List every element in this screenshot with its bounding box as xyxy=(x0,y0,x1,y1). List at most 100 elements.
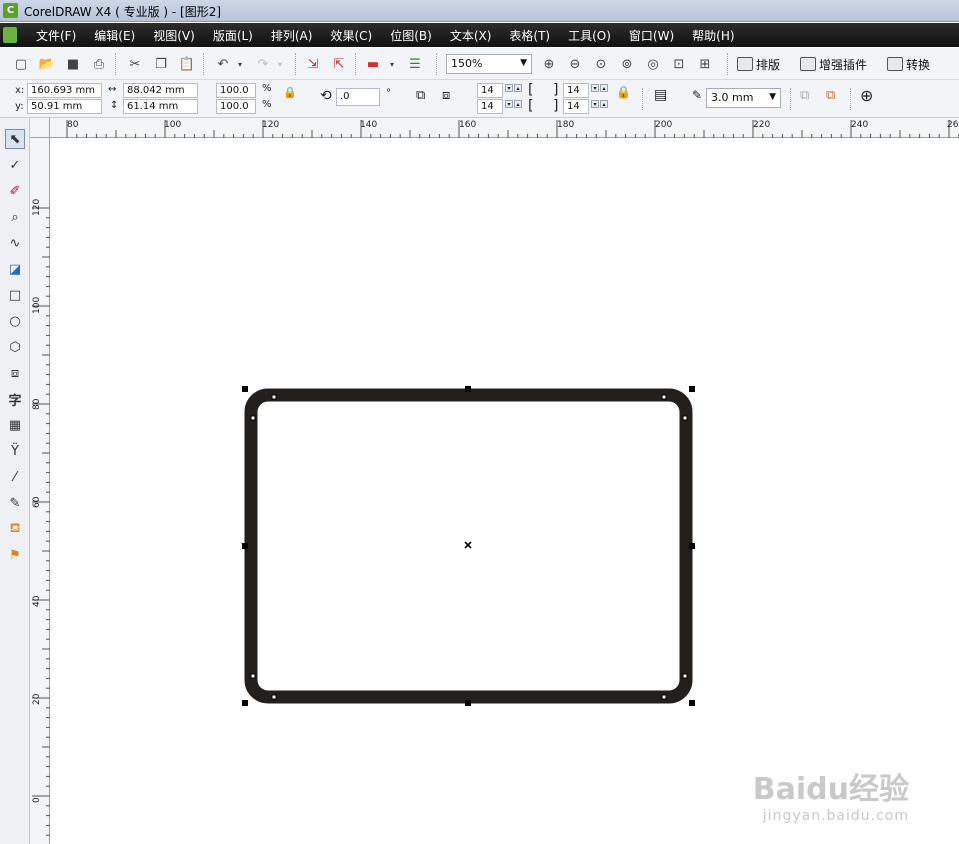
basic-shapes-tool-icon[interactable]: ⧈ xyxy=(5,363,25,383)
handle-top-right[interactable] xyxy=(689,386,695,392)
document-icon[interactable] xyxy=(3,27,17,43)
scale-x-field[interactable]: 100.0 xyxy=(216,83,256,98)
menu-arrange[interactable]: 排列(A) xyxy=(271,27,313,44)
handle-top-left[interactable] xyxy=(242,386,248,392)
zoom-selected-icon[interactable]: ⊙ xyxy=(590,53,612,75)
layout-button[interactable]: 排版 xyxy=(737,53,780,75)
corner-bottom-right-field[interactable]: 14 xyxy=(563,99,589,114)
corner-node[interactable] xyxy=(250,673,256,679)
corner-node[interactable] xyxy=(271,394,277,400)
corner-node[interactable] xyxy=(682,415,688,421)
redo-icon[interactable]: ↷ xyxy=(252,53,274,75)
table-tool-icon[interactable]: ▦ xyxy=(5,415,25,435)
menu-tools[interactable]: 工具(O) xyxy=(568,27,611,44)
mirror-vertical-icon[interactable]: ⧈ xyxy=(442,88,450,103)
interactive-fill-tool-icon[interactable]: ⚑ xyxy=(5,545,25,565)
zoom-page-height-icon[interactable]: ⊞ xyxy=(694,53,716,75)
undo-icon[interactable]: ↶ xyxy=(212,53,234,75)
handle-bottom-left[interactable] xyxy=(242,700,248,706)
handle-bottom-middle[interactable] xyxy=(465,700,471,706)
convert-to-curves-icon[interactable]: ⊕ xyxy=(860,86,873,105)
plugins-button[interactable]: 增强插件 xyxy=(800,53,867,75)
to-front-icon[interactable]: ⧉ xyxy=(800,88,809,103)
corner-top-left-field[interactable]: 14 xyxy=(477,83,503,98)
x-position-field[interactable]: 160.693 mm xyxy=(27,83,102,98)
convert-button[interactable]: 转换 xyxy=(887,53,930,75)
menu-layout[interactable]: 版面(L) xyxy=(213,27,253,44)
rotation-angle-field[interactable]: .0 xyxy=(336,88,380,106)
smart-fill-tool-icon[interactable]: ◪ xyxy=(5,259,25,279)
menu-view[interactable]: 视图(V) xyxy=(153,27,195,44)
handle-middle-left[interactable] xyxy=(242,543,248,549)
zoom-all-objects-icon[interactable]: ⊚ xyxy=(616,53,638,75)
pick-tool-icon[interactable]: ⬉ xyxy=(5,129,25,149)
outline-width-select[interactable]: 3.0 mm ▼ xyxy=(706,88,781,108)
zoom-level-select[interactable]: 150% ▼ xyxy=(446,54,532,74)
handle-bottom-right[interactable] xyxy=(689,700,695,706)
lock-ratio-icon[interactable]: 🔒 xyxy=(283,86,297,99)
cut-icon[interactable]: ✂ xyxy=(124,53,146,75)
zoom-page-width-icon[interactable]: ⊡ xyxy=(668,53,690,75)
export-icon[interactable]: ⇱ xyxy=(328,53,350,75)
open-folder-icon[interactable]: 📂 xyxy=(36,53,58,75)
freehand-tool-icon[interactable]: ∿ xyxy=(5,233,25,253)
crop-tool-icon[interactable]: ✐ xyxy=(5,181,25,201)
copy-icon[interactable]: ❐ xyxy=(150,53,172,75)
text-tool-icon[interactable]: 字 xyxy=(5,389,25,409)
welcome-screen-icon[interactable]: ☰ xyxy=(404,53,426,75)
width-field[interactable]: 88.042 mm xyxy=(123,83,198,98)
new-document-icon[interactable]: ▢ xyxy=(10,53,32,75)
rectangle-tool-icon[interactable]: □ xyxy=(5,285,25,305)
spin-down-icon[interactable]: ▾ xyxy=(591,84,599,92)
menu-file[interactable]: 文件(F) xyxy=(36,27,76,44)
menu-help[interactable]: 帮助(H) xyxy=(692,27,734,44)
spin-down-icon[interactable]: ▾ xyxy=(591,100,599,108)
spin-down-icon[interactable]: ▾ xyxy=(505,84,513,92)
menu-bitmaps[interactable]: 位图(B) xyxy=(390,27,432,44)
menu-text[interactable]: 文本(X) xyxy=(450,27,492,44)
save-icon[interactable]: ■ xyxy=(62,53,84,75)
zoom-in-icon[interactable]: ⊕ xyxy=(538,53,560,75)
launcher-dropdown-icon[interactable]: ▾ xyxy=(386,53,398,75)
menu-edit[interactable]: 编辑(E) xyxy=(94,27,135,44)
spin-up-icon[interactable]: ▴ xyxy=(600,84,608,92)
mirror-horizontal-icon[interactable]: ⧉ xyxy=(416,88,425,103)
zoom-out-icon[interactable]: ⊖ xyxy=(564,53,586,75)
eyedropper-tool-icon[interactable]: ⁄ xyxy=(5,467,25,487)
spin-up-icon[interactable]: ▴ xyxy=(514,100,522,108)
application-launcher-icon[interactable]: ▬ xyxy=(362,53,384,75)
menu-window[interactable]: 窗口(W) xyxy=(629,27,674,44)
fill-tool-icon[interactable]: ⛾ xyxy=(5,519,25,539)
height-field[interactable]: 61.14 mm xyxy=(123,99,198,114)
outline-tool-icon[interactable]: ✎ xyxy=(5,493,25,513)
round-corners-lock-icon[interactable]: 🔒 xyxy=(616,85,631,99)
print-icon[interactable]: ⎙ xyxy=(88,53,110,75)
corner-bottom-left-field[interactable]: 14 xyxy=(477,99,503,114)
redo-dropdown-icon[interactable]: ▾ xyxy=(274,53,286,75)
wrap-text-icon[interactable]: ▤ xyxy=(654,87,667,103)
undo-dropdown-icon[interactable]: ▾ xyxy=(234,53,246,75)
polygon-tool-icon[interactable]: ⬡ xyxy=(5,337,25,357)
horizontal-ruler[interactable]: 80 100 120 140 160 180 200 220 240 26 xyxy=(50,118,959,138)
corner-node[interactable] xyxy=(682,673,688,679)
menu-effects[interactable]: 效果(C) xyxy=(330,27,372,44)
drawing-canvas[interactable] xyxy=(51,139,959,844)
corner-node[interactable] xyxy=(271,694,277,700)
zoom-tool-icon[interactable]: ⌕ xyxy=(5,207,25,227)
spin-up-icon[interactable]: ▴ xyxy=(514,84,522,92)
spin-down-icon[interactable]: ▾ xyxy=(505,100,513,108)
corner-top-right-field[interactable]: 14 xyxy=(563,83,589,98)
zoom-page-icon[interactable]: ◎ xyxy=(642,53,664,75)
corner-node[interactable] xyxy=(250,415,256,421)
y-position-field[interactable]: 50.91 mm xyxy=(27,99,102,114)
corner-node[interactable] xyxy=(661,694,667,700)
menu-table[interactable]: 表格(T) xyxy=(509,27,550,44)
handle-middle-right[interactable] xyxy=(689,543,695,549)
ellipse-tool-icon[interactable]: ○ xyxy=(5,311,25,331)
interactive-blend-tool-icon[interactable]: Ϋ xyxy=(5,441,25,461)
corner-node[interactable] xyxy=(661,394,667,400)
vertical-ruler[interactable]: 120 100 80 60 40 20 0 xyxy=(30,138,50,844)
shape-tool-icon[interactable]: ✓ xyxy=(5,155,25,175)
import-icon[interactable]: ⇲ xyxy=(302,53,324,75)
handle-top-middle[interactable] xyxy=(465,386,471,392)
